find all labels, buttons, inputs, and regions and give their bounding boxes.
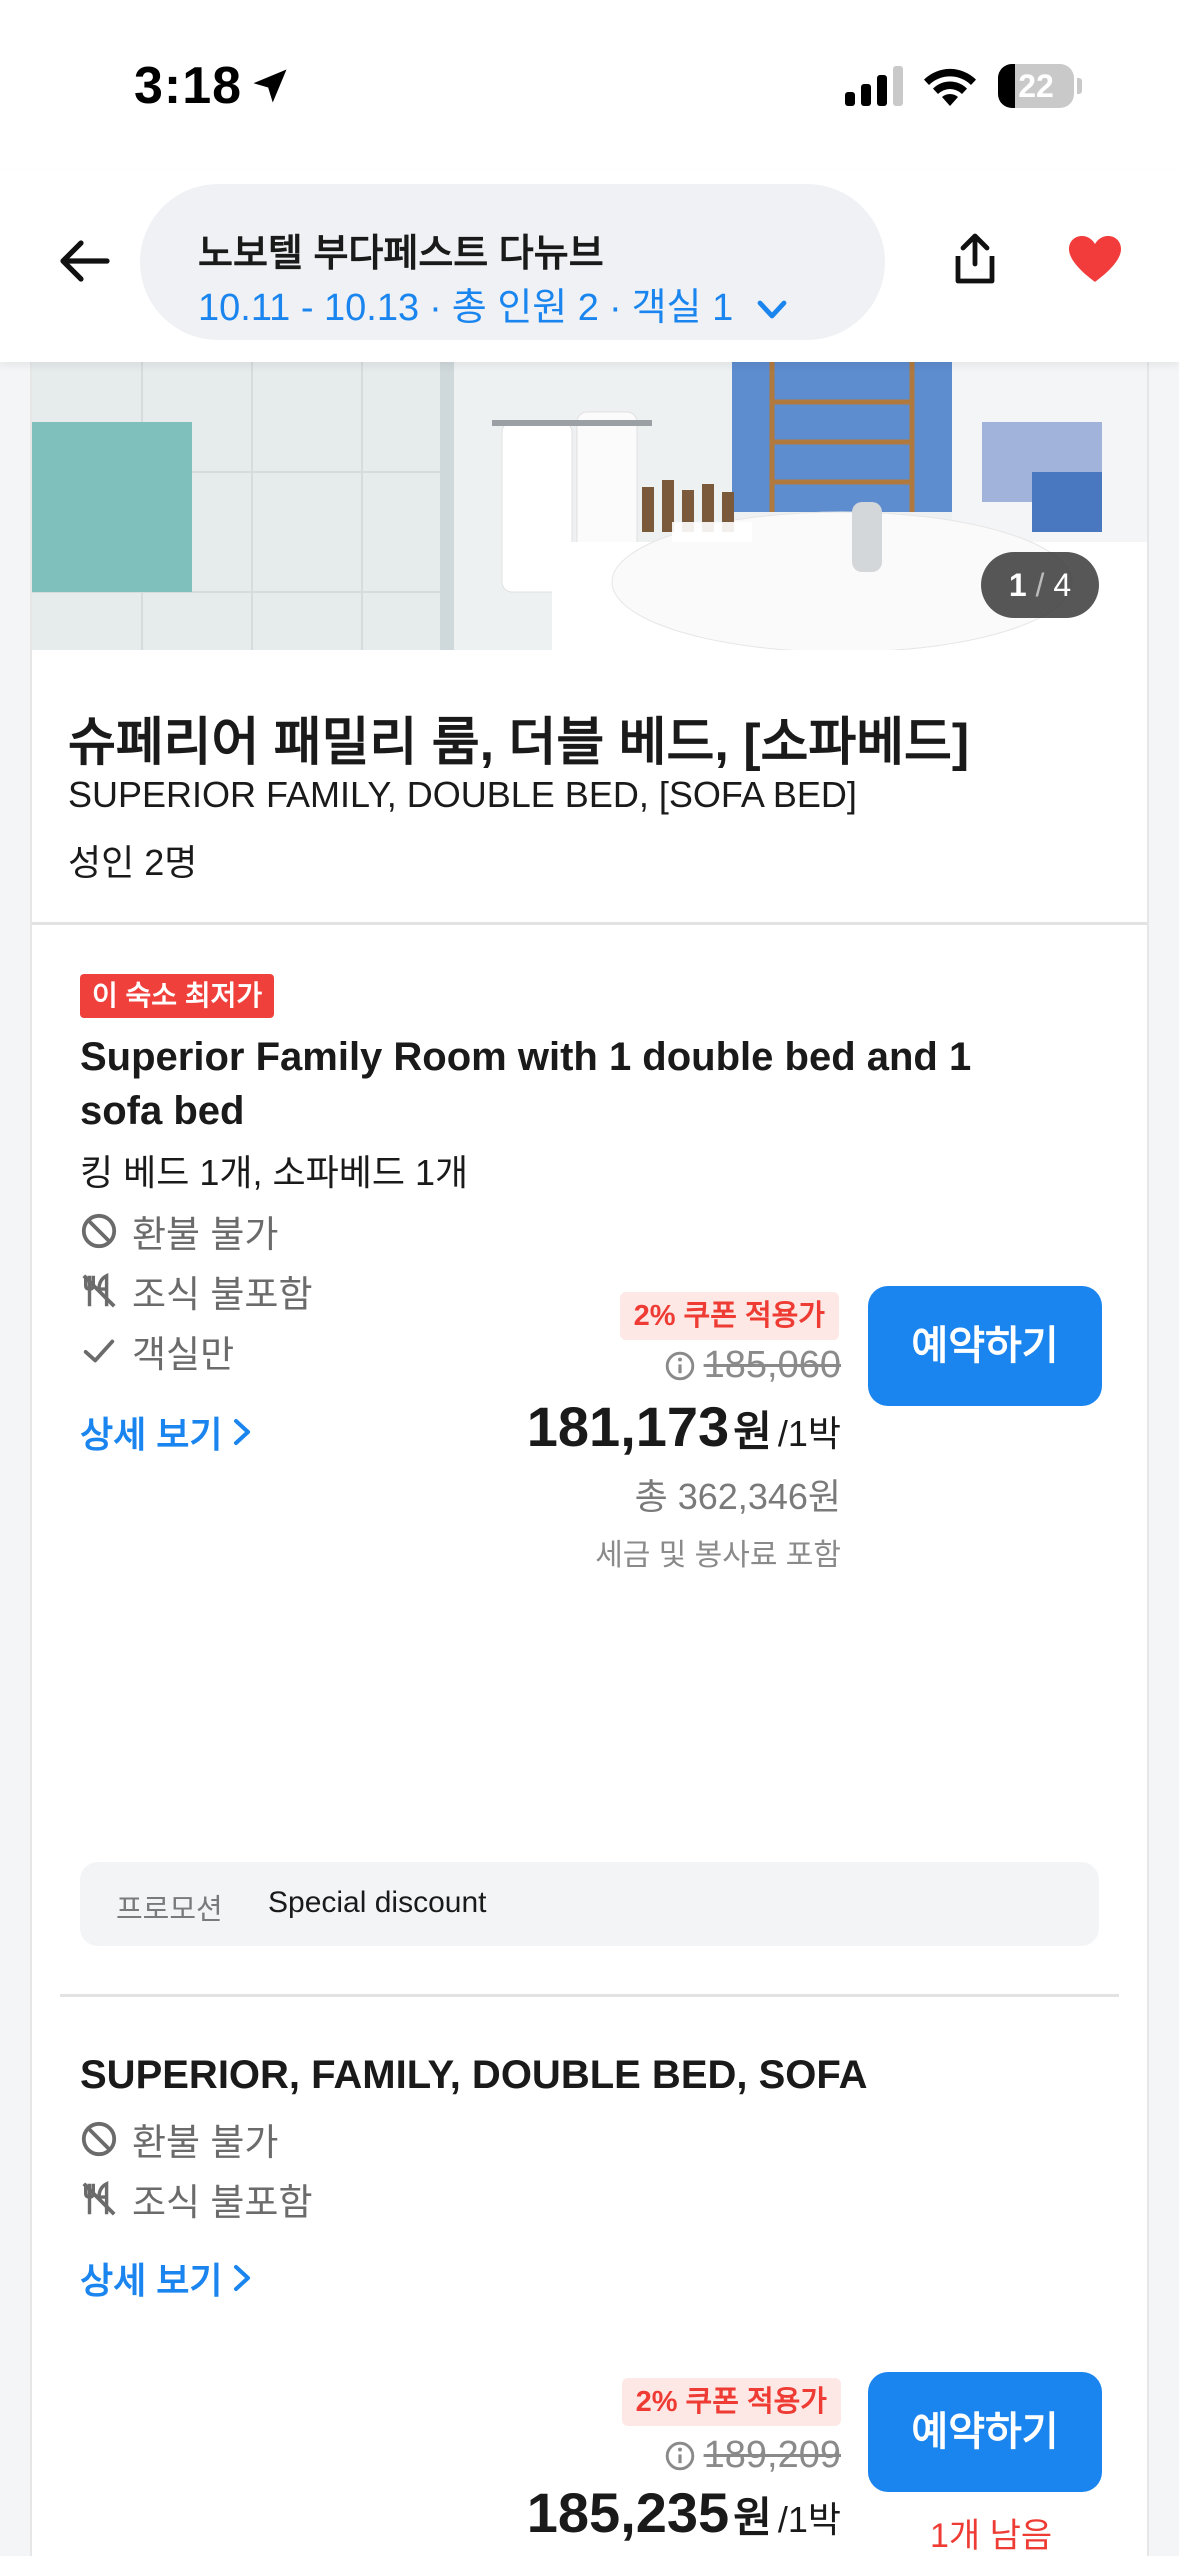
room-subtitle: SUPERIOR FAMILY, DOUBLE BED, [SOFA BED] <box>68 774 857 815</box>
coupon-badge: 2% 쿠폰 적용가 <box>619 1292 839 1340</box>
wifi-icon <box>924 68 976 106</box>
final-price: 181,173 원/1박 <box>526 1395 841 1458</box>
feature-no-breakfast: 조식 불포함 <box>80 1266 312 1316</box>
room-card: 1 / 4 슈페리어 패밀리 룸, 더블 베드, [소파베드] SUPERIOR… <box>30 362 1149 2556</box>
signal-icon <box>845 66 903 106</box>
info-icon[interactable] <box>664 1350 696 1382</box>
photo-counter: 1 / 4 <box>981 552 1099 618</box>
section-divider <box>32 922 1147 925</box>
battery-icon: 22 <box>998 64 1082 108</box>
feature-no-breakfast: 조식 불포함 <box>80 2174 312 2224</box>
back-arrow-icon <box>60 240 110 282</box>
room-count: 객실 1 <box>631 287 734 329</box>
share-button[interactable] <box>940 224 1010 294</box>
final-price: 185,235 원/1박 <box>526 2481 841 2544</box>
chevron-right-icon <box>234 2265 251 2291</box>
no-refund-icon <box>81 2121 117 2157</box>
hotel-name: 노보텔 부다페스트 다뉴브 <box>198 233 604 275</box>
guest-count: 총 인원 2 <box>451 287 599 329</box>
stay-details: 10.11 - 10.13 · 총 인원 2 · 객실 1 <box>198 276 788 331</box>
status-time: 3:18 <box>134 57 243 115</box>
back-button[interactable] <box>50 226 120 296</box>
feature-room-only: 객실만 <box>80 1326 234 1376</box>
bed-config: 킹 베드 1개, 소파베드 1개 <box>80 1152 469 1193</box>
promotion-bar: 프로모션 Special discount <box>80 1862 1099 1946</box>
rooms-remaining: 1개 남음 <box>930 2517 1053 2555</box>
tax-note: 세금 및 봉사료 포함 <box>595 1539 841 1572</box>
promotion-label: 프로모션 <box>116 1894 223 1926</box>
view-details-link[interactable]: 상세 보기 <box>80 2252 252 2304</box>
check-icon <box>83 1339 115 1363</box>
chevron-right-icon <box>234 1419 251 1445</box>
no-refund-icon <box>81 1213 117 1249</box>
room-occupancy: 성인 2명 <box>68 842 198 883</box>
status-bar: 3:18 22 <box>0 0 1179 170</box>
location-arrow-icon <box>253 69 287 103</box>
offer-title: SUPERIOR, FAMILY, DOUBLE BED, SOFA <box>80 2053 868 2097</box>
bathroom-photo-image <box>32 362 1147 650</box>
stay-search-summary[interactable]: 노보텔 부다페스트 다뉴브 10.11 - 10.13 · 총 인원 2 · 객실 1 <box>140 184 885 340</box>
room-title: 슈페리어 패밀리 룸, 더블 베드, [소파베드] <box>68 714 970 772</box>
offer-divider <box>60 1994 1119 1997</box>
info-icon[interactable] <box>664 2440 696 2472</box>
offer-title: Superior Family Room with 1 double bed a… <box>80 1035 972 1133</box>
book-button[interactable]: 예약하기 <box>868 2372 1102 2492</box>
chevron-down-icon <box>757 300 787 319</box>
book-button[interactable]: 예약하기 <box>868 1286 1102 1406</box>
promotion-value: Special discount <box>268 1886 487 1919</box>
favorite-button[interactable] <box>1060 224 1130 294</box>
original-price: 189,209 <box>664 2434 841 2477</box>
lowest-price-badge: 이 숙소 최저가 <box>80 974 275 1018</box>
coupon-badge: 2% 쿠폰 적용가 <box>621 2378 841 2426</box>
no-breakfast-icon <box>82 1273 116 1308</box>
no-breakfast-icon <box>82 2181 116 2216</box>
top-header: 노보텔 부다페스트 다뉴브 10.11 - 10.13 · 총 인원 2 · 객실 1 <box>0 170 1179 362</box>
total-price: 총 362,346원 <box>634 1476 841 1517</box>
room-photo[interactable]: 1 / 4 <box>32 362 1147 650</box>
feature-no-refund: 환불 불가 <box>80 2114 278 2164</box>
battery-level: 22 <box>1018 68 1054 104</box>
original-price: 185,060 <box>664 1344 841 1387</box>
feature-no-refund: 환불 불가 <box>80 1206 278 1256</box>
stay-dates: 10.11 - 10.13 <box>198 287 420 329</box>
view-details-link[interactable]: 상세 보기 <box>80 1406 252 1458</box>
heart-icon <box>1069 236 1121 282</box>
share-icon <box>955 233 995 284</box>
